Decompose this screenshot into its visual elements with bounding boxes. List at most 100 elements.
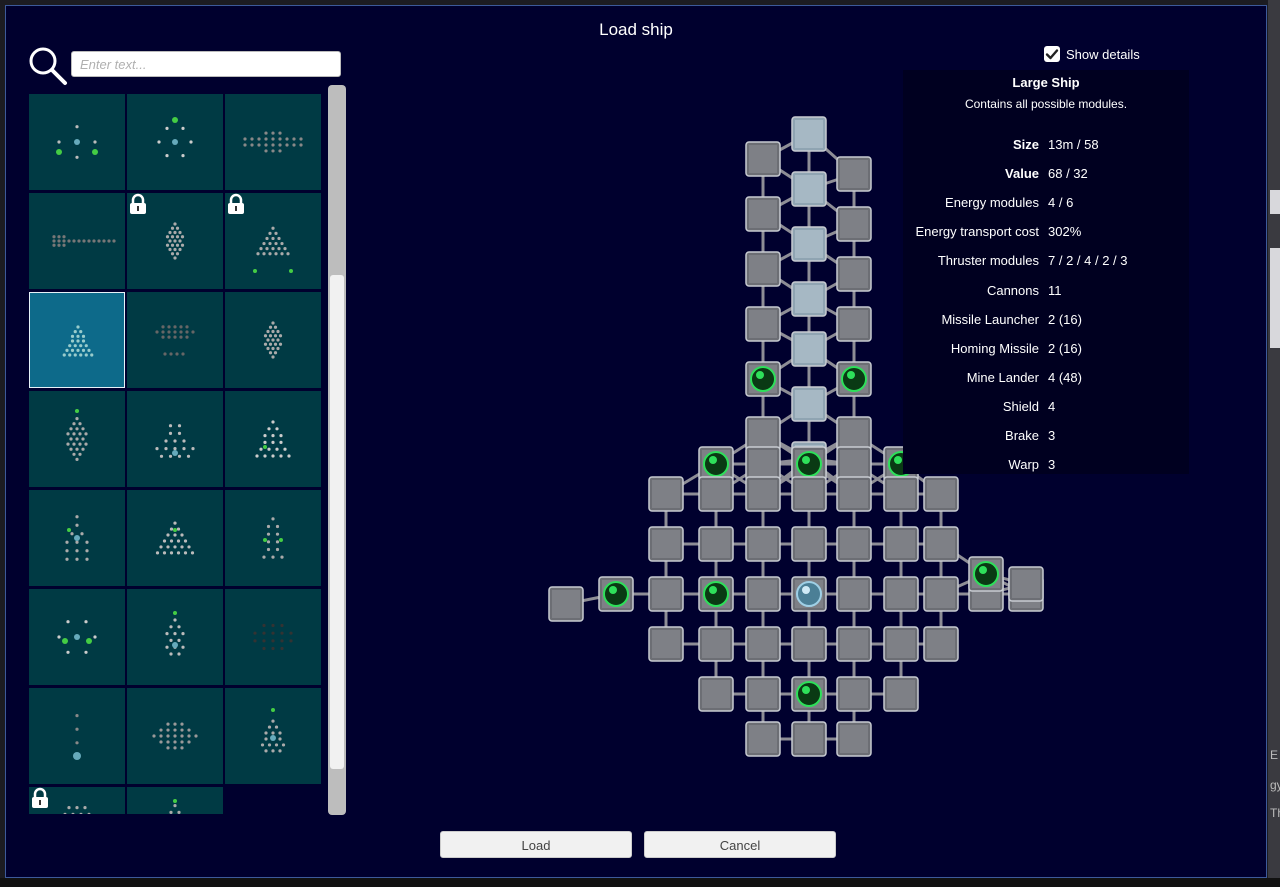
ship-list-item[interactable] [127,391,223,487]
ship-thumbnail-icon [255,420,291,458]
thruster-module-icon [791,226,827,262]
hull-module-icon [698,626,734,662]
stat-row: Missile Launcher 2 (16) [903,312,1189,330]
ship-list-item[interactable] [225,193,321,289]
stat-value: 4 (48) [1048,369,1082,385]
ship-list [28,88,325,814]
hull-module-icon [548,586,584,622]
hull-module-icon [836,416,872,452]
hull-module-icon [883,676,919,712]
ship-list-item[interactable] [29,193,125,289]
ship-list-item[interactable] [127,292,223,388]
ship-list-item[interactable] [29,589,125,685]
ship-list-item[interactable] [225,292,321,388]
stat-key: Missile Launcher [941,311,1039,327]
stat-key: Energy modules [945,195,1039,211]
hull-module-icon [745,416,781,452]
thruster-module-icon [791,281,827,317]
energy-module-icon [791,676,827,712]
ship-thumbnail-icon [169,799,181,814]
stat-value: 68 / 32 [1048,166,1088,182]
hull-module-icon [745,141,781,177]
thruster-module-icon [791,171,827,207]
ship-list-item[interactable] [127,787,223,814]
thruster-module-icon [791,386,827,422]
ship-list-item[interactable] [29,94,125,190]
ship-list-item[interactable] [127,688,223,784]
hull-module-icon [791,476,827,512]
load-ship-dialog: Load ship Show details Large Ship Contai… [5,5,1267,878]
load-button[interactable]: Load [440,831,632,858]
ship-thumbnail-icon [56,125,98,159]
ship-list-item[interactable] [29,391,125,487]
background-text: E [1270,748,1279,762]
hull-module-icon [836,476,872,512]
hull-module-icon [791,721,827,757]
stat-key: Energy transport cost [915,224,1039,240]
energy-module-icon [791,446,827,482]
scrollbar-thumb[interactable] [330,275,344,769]
ship-details-panel: Large Ship Contains all possible modules… [903,70,1189,474]
ship-thumbnail-icon [157,117,193,158]
ship-list-item[interactable] [127,490,223,586]
stat-value: 13m / 58 [1048,137,1099,152]
ship-list-item[interactable] [127,94,223,190]
stat-row: Mine Lander 4 (48) [903,370,1189,388]
hull-module-icon [836,576,872,612]
hull-module-icon [745,476,781,512]
background-toolbar-edge [0,878,1280,887]
search-input[interactable] [71,51,341,77]
stat-row: Homing Missile 2 (16) [903,341,1189,359]
ship-list-item[interactable] [127,193,223,289]
ship-thumbnail-icon [165,611,185,656]
cancel-button[interactable]: Cancel [644,831,836,858]
hull-module-icon [648,576,684,612]
stat-row: Value 68 / 32 [903,166,1189,184]
stat-key: Thruster modules [937,253,1039,269]
hull-module-icon [648,526,684,562]
search-icon [29,47,67,85]
stat-key: Homing Missile [950,340,1039,356]
hull-module-icon [698,676,734,712]
ship-list-item[interactable] [225,490,321,586]
hull-module-icon [745,676,781,712]
ship-list-item[interactable] [29,490,125,586]
hull-module-icon [883,476,919,512]
ship-thumbnail-icon [262,517,284,559]
ship-list-item[interactable] [127,589,223,685]
stat-row: Shield 4 [903,399,1189,417]
ship-list-item[interactable] [225,94,321,190]
ship-thumbnail-icon [62,325,94,357]
ship-list-item[interactable] [29,787,125,814]
hull-module-icon [836,256,872,292]
ship-thumbnail-icon [65,515,89,561]
hull-module-icon [836,306,872,342]
energy-module-icon [598,576,634,612]
hull-module-icon [745,526,781,562]
energy-module-icon [698,576,734,612]
hull-module-icon [698,476,734,512]
hull-module-icon [648,626,684,662]
ship-thumbnail-icon [73,714,81,760]
ship-list-item[interactable] [29,688,125,784]
thruster-module-icon [791,116,827,152]
show-details-checkbox[interactable] [1044,46,1060,62]
stat-value: 7 / 2 / 4 / 2 / 3 [1048,253,1128,269]
ship-list-scrollbar[interactable] [328,85,346,815]
ship-thumbnail-icon [155,521,195,555]
background-text: gy [1270,778,1280,792]
stat-value: 4 / 6 [1048,195,1074,211]
background-text: Th [1270,806,1280,820]
ship-list-item[interactable] [225,589,321,685]
ship-thumbnail-icon [155,424,195,458]
ship-list-item[interactable] [225,688,321,784]
stat-row: Thruster modules 7 / 2 / 4 / 2 / 3 [903,253,1189,271]
stat-key: Size [1012,137,1039,152]
hull-module-icon [745,251,781,287]
hull-module-icon [923,576,959,612]
energy-module-icon [836,361,872,397]
ship-list-item[interactable] [29,292,125,388]
ship-list-item[interactable] [225,391,321,487]
hull-module-icon [1008,566,1044,602]
stat-key: Warp [1008,457,1039,473]
